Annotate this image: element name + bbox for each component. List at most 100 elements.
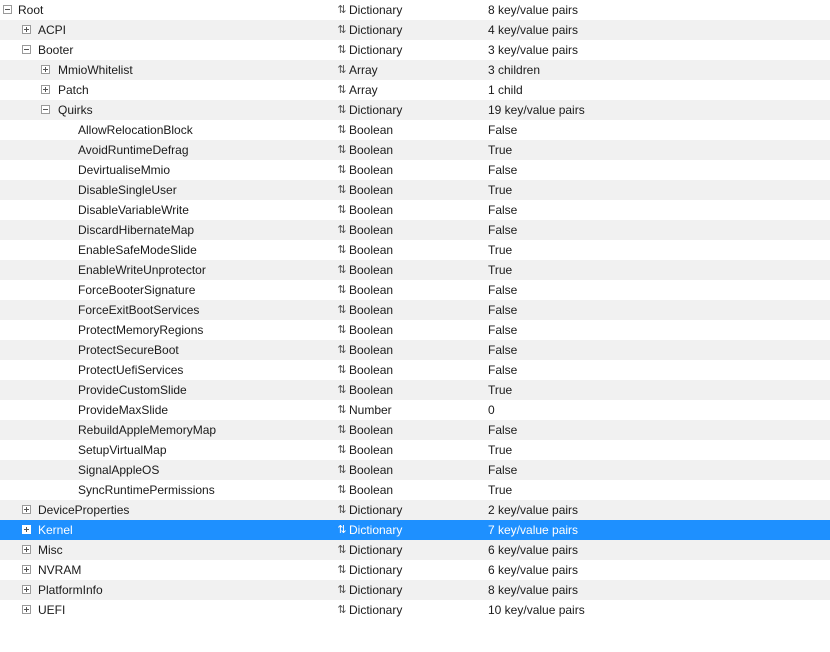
key-label[interactable]: ProtectMemoryRegions [78, 320, 203, 340]
key-label[interactable]: Booter [38, 40, 73, 60]
key-label[interactable]: DisableSingleUser [78, 180, 177, 200]
tree-row-acpi[interactable]: ACPI ⇅ Dictionary 4 key/value pairs [0, 20, 830, 40]
tree-row-avoidruntimedefrag[interactable]: AvoidRuntimeDefrag ⇅ Boolean True [0, 140, 830, 160]
type-label[interactable]: Boolean [349, 280, 393, 300]
type-label[interactable]: Dictionary [349, 0, 402, 20]
value-label[interactable]: 8 key/value pairs [488, 0, 578, 20]
expand-icon[interactable] [22, 25, 31, 34]
type-label[interactable]: Boolean [349, 260, 393, 280]
tree-row-mmiowhitelist[interactable]: MmioWhitelist ⇅ Array 3 children [0, 60, 830, 80]
value-label[interactable]: 8 key/value pairs [488, 580, 578, 600]
type-label[interactable]: Boolean [349, 180, 393, 200]
value-label[interactable]: 3 children [488, 60, 540, 80]
expand-icon[interactable] [22, 525, 31, 534]
tree-row-setupvirtualmap[interactable]: SetupVirtualMap ⇅ Boolean True [0, 440, 830, 460]
value-label[interactable]: False [488, 420, 517, 440]
tree-row-devirtualisemmio[interactable]: DevirtualiseMmio ⇅ Boolean False [0, 160, 830, 180]
type-label[interactable]: Boolean [349, 220, 393, 240]
type-label[interactable]: Dictionary [349, 20, 402, 40]
type-label[interactable]: Array [349, 60, 378, 80]
up-down-arrow-icon[interactable]: ⇅ [337, 260, 347, 280]
tree-row-syncruntimepermissions[interactable]: SyncRuntimePermissions ⇅ Boolean True [0, 480, 830, 500]
value-label[interactable]: 6 key/value pairs [488, 560, 578, 580]
type-label[interactable]: Dictionary [349, 500, 402, 520]
up-down-arrow-icon[interactable]: ⇅ [337, 80, 347, 100]
tree-row-booter[interactable]: Booter ⇅ Dictionary 3 key/value pairs [0, 40, 830, 60]
value-label[interactable]: 3 key/value pairs [488, 40, 578, 60]
type-label[interactable]: Dictionary [349, 560, 402, 580]
up-down-arrow-icon[interactable]: ⇅ [337, 420, 347, 440]
value-label[interactable]: False [488, 340, 517, 360]
key-label[interactable]: ForceExitBootServices [78, 300, 199, 320]
up-down-arrow-icon[interactable]: ⇅ [337, 0, 347, 20]
key-label[interactable]: SyncRuntimePermissions [78, 480, 215, 500]
value-label[interactable]: False [488, 160, 517, 180]
type-label[interactable]: Boolean [349, 460, 393, 480]
value-label[interactable]: False [488, 220, 517, 240]
up-down-arrow-icon[interactable]: ⇅ [337, 60, 347, 80]
key-label[interactable]: Quirks [58, 100, 93, 120]
value-label[interactable]: False [488, 460, 517, 480]
value-label[interactable]: 2 key/value pairs [488, 500, 578, 520]
type-label[interactable]: Boolean [349, 140, 393, 160]
type-label[interactable]: Array [349, 80, 378, 100]
up-down-arrow-icon[interactable]: ⇅ [337, 560, 347, 580]
up-down-arrow-icon[interactable]: ⇅ [337, 300, 347, 320]
key-label[interactable]: AvoidRuntimeDefrag [78, 140, 189, 160]
up-down-arrow-icon[interactable]: ⇅ [337, 280, 347, 300]
key-label[interactable]: DisableVariableWrite [78, 200, 189, 220]
up-down-arrow-icon[interactable]: ⇅ [337, 120, 347, 140]
tree-row-rebuildapplememorymap[interactable]: RebuildAppleMemoryMap ⇅ Boolean False [0, 420, 830, 440]
type-label[interactable]: Boolean [349, 480, 393, 500]
expand-icon[interactable] [22, 585, 31, 594]
up-down-arrow-icon[interactable]: ⇅ [337, 100, 347, 120]
type-label[interactable]: Number [349, 400, 392, 420]
expand-icon[interactable] [41, 65, 50, 74]
tree-row-quirks[interactable]: Quirks ⇅ Dictionary 19 key/value pairs [0, 100, 830, 120]
expand-icon[interactable] [22, 545, 31, 554]
value-label[interactable]: True [488, 240, 512, 260]
type-label[interactable]: Boolean [349, 160, 393, 180]
type-label[interactable]: Dictionary [349, 580, 402, 600]
type-label[interactable]: Dictionary [349, 520, 402, 540]
value-label[interactable]: True [488, 480, 512, 500]
value-label[interactable]: True [488, 180, 512, 200]
collapse-icon[interactable] [22, 45, 31, 54]
expand-icon[interactable] [22, 505, 31, 514]
up-down-arrow-icon[interactable]: ⇅ [337, 40, 347, 60]
value-label[interactable]: False [488, 320, 517, 340]
key-label[interactable]: Root [18, 0, 43, 20]
key-label[interactable]: ForceBooterSignature [78, 280, 195, 300]
key-label[interactable]: DiscardHibernateMap [78, 220, 194, 240]
type-label[interactable]: Boolean [349, 200, 393, 220]
key-label[interactable]: ProtectSecureBoot [78, 340, 179, 360]
up-down-arrow-icon[interactable]: ⇅ [337, 520, 347, 540]
up-down-arrow-icon[interactable]: ⇅ [337, 500, 347, 520]
key-label[interactable]: PlatformInfo [38, 580, 103, 600]
tree-row-deviceproperties[interactable]: DeviceProperties ⇅ Dictionary 2 key/value p… [0, 500, 830, 520]
key-label[interactable]: AllowRelocationBlock [78, 120, 193, 140]
collapse-icon[interactable] [3, 5, 12, 14]
expand-icon[interactable] [22, 605, 31, 614]
tree-row-disablesingleuser[interactable]: DisableSingleUser ⇅ Boolean True [0, 180, 830, 200]
value-label[interactable]: True [488, 440, 512, 460]
up-down-arrow-icon[interactable]: ⇅ [337, 140, 347, 160]
type-label[interactable]: Dictionary [349, 600, 402, 620]
tree-row-forcebootersignature[interactable]: ForceBooterSignature ⇅ Boolean False [0, 280, 830, 300]
key-label[interactable]: SignalAppleOS [78, 460, 159, 480]
value-label[interactable]: False [488, 280, 517, 300]
type-label[interactable]: Boolean [349, 340, 393, 360]
key-label[interactable]: NVRAM [38, 560, 81, 580]
tree-row-enablesafemodeslide[interactable]: EnableSafeModeSlide ⇅ Boolean True [0, 240, 830, 260]
key-label[interactable]: RebuildAppleMemoryMap [78, 420, 216, 440]
type-label[interactable]: Boolean [349, 440, 393, 460]
up-down-arrow-icon[interactable]: ⇅ [337, 360, 347, 380]
up-down-arrow-icon[interactable]: ⇅ [337, 160, 347, 180]
up-down-arrow-icon[interactable]: ⇅ [337, 460, 347, 480]
type-label[interactable]: Boolean [349, 240, 393, 260]
value-label[interactable]: False [488, 300, 517, 320]
tree-row-patch[interactable]: Patch ⇅ Array 1 child [0, 80, 830, 100]
key-label[interactable]: Misc [38, 540, 63, 560]
tree-row-providemaxslide[interactable]: ProvideMaxSlide ⇅ Number 0 [0, 400, 830, 420]
up-down-arrow-icon[interactable]: ⇅ [337, 320, 347, 340]
